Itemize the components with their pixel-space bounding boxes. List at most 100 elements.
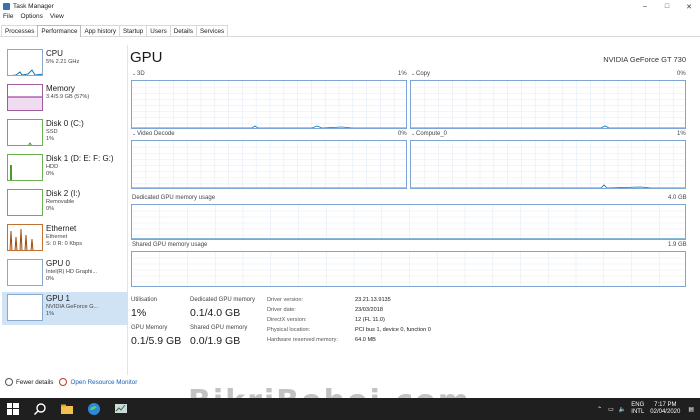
graph-compute xyxy=(410,140,686,189)
dedicated-memory-label: Dedicated GPU memory usage xyxy=(132,195,216,201)
menu-file[interactable]: File xyxy=(3,13,13,23)
utilisation-label: Utilisation xyxy=(131,297,158,303)
sidebar-item-value: 0% xyxy=(46,276,55,282)
network-icon[interactable]: ▭ xyxy=(608,406,614,413)
keyboard-layout: INTL xyxy=(631,409,645,415)
directx-version-label: DirectX version: xyxy=(267,317,307,323)
sidebar-item-value: 0% xyxy=(46,206,55,212)
disk2-thumbnail-graph xyxy=(7,189,43,216)
sidebar-item-value: 1% xyxy=(46,311,55,317)
graph-3d-label: 3D xyxy=(137,71,145,77)
minimize-button[interactable]: – xyxy=(634,0,656,13)
sidebar-item-label: CPU xyxy=(46,49,63,58)
driver-version-label: Driver version: xyxy=(267,297,304,303)
gpu-memory-label: GPU Memory xyxy=(131,325,168,331)
disk0-thumbnail-graph xyxy=(7,119,43,146)
sidebar-item-label: Disk 1 (D: E: F: G:) xyxy=(46,154,114,163)
sidebar-item-detail: Intel(R) HD Graphi... xyxy=(46,269,97,275)
tab-services[interactable]: Services xyxy=(195,25,229,36)
shared-gpu-memory-label: Shared GPU memory xyxy=(190,325,248,331)
physical-location-label: Physical location: xyxy=(267,327,311,333)
maximize-button[interactable]: □ xyxy=(656,0,678,13)
menu-options[interactable]: Options xyxy=(20,13,42,23)
sidebar-item-memory[interactable]: Memory 3.4/5.9 GB (57%) xyxy=(2,82,128,115)
search-icon[interactable] xyxy=(33,402,47,416)
sidebar-item-detail: 3.4/5.9 GB (57%) xyxy=(46,94,90,100)
edge-browser-icon[interactable] xyxy=(87,402,101,416)
task-manager-icon xyxy=(3,3,10,10)
volume-icon[interactable]: 🔈 xyxy=(619,406,626,413)
gpu-model-name: NVIDIA GeForce GT 730 xyxy=(603,55,686,64)
directx-version-value: 12 (FL 11.0) xyxy=(355,317,385,323)
window-title: Task Manager xyxy=(13,3,54,10)
tab-startup[interactable]: Startup xyxy=(118,25,148,36)
sidebar-item-label: Memory xyxy=(46,84,75,93)
tray-chevron-up-icon[interactable]: ⌃ xyxy=(597,406,602,413)
fewer-details-link[interactable]: Fewer details xyxy=(16,379,53,386)
title-bar: Task Manager – □ ✕ xyxy=(0,0,700,13)
close-button[interactable]: ✕ xyxy=(678,0,700,13)
tab-strip: Processes Performance App history Startu… xyxy=(0,25,700,37)
graph-compute-label: Compute_0 xyxy=(416,131,448,137)
dedicated-memory-max: 4.0 GB xyxy=(668,195,687,201)
disk1-thumbnail-graph xyxy=(7,154,43,181)
graph-3d-percent: 1% xyxy=(398,71,407,77)
hardware-reserved-memory-label: Hardware reserved memory: xyxy=(267,337,338,343)
clock-date: 02/04/2020 xyxy=(650,409,681,415)
task-manager-taskbar-icon[interactable] xyxy=(114,402,128,416)
shared-memory-max: 1.9 GB xyxy=(668,242,687,248)
clock[interactable]: 7:17 PM 02/04/2020 xyxy=(650,402,680,416)
gpu0-thumbnail-graph xyxy=(7,259,43,286)
sidebar-item-disk-1[interactable]: Disk 1 (D: E: F: G:) HDD 0% xyxy=(2,152,128,185)
sidebar-item-gpu-1[interactable]: GPU 1 NVIDIA GeForce G... 1% xyxy=(2,292,128,325)
sidebar-item-value: 1% xyxy=(46,136,55,142)
graph-video-decode-selector[interactable]: ⌄Video Decode xyxy=(132,131,175,137)
tab-performance[interactable]: Performance xyxy=(37,25,82,37)
sidebar-item-label: GPU 1 xyxy=(46,294,71,303)
tab-app-history[interactable]: App history xyxy=(80,25,120,36)
shared-gpu-memory-value: 0.0/1.9 GB xyxy=(190,335,241,347)
graph-dedicated-memory xyxy=(131,204,686,240)
taskbar: ⌃ ▭ 🔈 ENG INTL 7:17 PM 02/04/2020 ▤ xyxy=(0,398,700,420)
driver-date-label: Driver date: xyxy=(267,307,296,313)
tab-processes[interactable]: Processes xyxy=(1,25,39,36)
sidebar-item-disk-0[interactable]: Disk 0 (C:) SSD 1% xyxy=(2,117,128,150)
graph-copy-label: Copy xyxy=(416,71,431,77)
sidebar-item-disk-2[interactable]: Disk 2 (I:) Removable 0% xyxy=(2,187,128,220)
language-code: ENG xyxy=(631,402,645,408)
sidebar-item-detail: 5% 2.21 GHz xyxy=(46,59,80,65)
sidebar-item-value: S: 0 R: 0 Kbps xyxy=(46,241,83,247)
sidebar-item-label: GPU 0 xyxy=(46,259,71,268)
utilisation-value: 1% xyxy=(131,307,147,319)
tab-users[interactable]: Users xyxy=(146,25,171,36)
graph-3d xyxy=(131,80,407,129)
resource-sidebar: CPU 5% 2.21 GHz Memory 3.4/5.9 GB (57%) Di… xyxy=(0,45,128,375)
sidebar-item-detail: Ethernet xyxy=(46,234,68,240)
graph-video-decode xyxy=(131,140,407,189)
sidebar-item-gpu-0[interactable]: GPU 0 Intel(R) HD Graphi... 0% xyxy=(2,257,128,290)
graph-3d-selector[interactable]: ⌄3D xyxy=(132,71,145,77)
sidebar-item-ethernet[interactable]: Ethernet Ethernet S: 0 R: 0 Kbps xyxy=(2,222,128,255)
physical-location-value: PCI bus 1, device 0, function 0 xyxy=(355,327,431,333)
sidebar-item-cpu[interactable]: CPU 5% 2.21 GHz xyxy=(2,47,128,80)
fewer-details-icon xyxy=(5,378,13,386)
dedicated-gpu-memory-label: Dedicated GPU memory xyxy=(190,297,256,303)
notification-icon[interactable]: ▤ xyxy=(688,406,694,413)
open-resource-monitor-link[interactable]: Open Resource Monitor xyxy=(70,379,137,386)
memory-thumbnail-graph xyxy=(7,84,43,111)
sidebar-item-label: Disk 2 (I:) xyxy=(46,189,81,198)
menu-view[interactable]: View xyxy=(50,13,64,23)
windows-start-icon[interactable] xyxy=(6,402,20,416)
graph-copy-selector[interactable]: ⌄Copy xyxy=(411,71,430,77)
system-tray: ⌃ ▭ 🔈 ENG INTL 7:17 PM 02/04/2020 ▤ xyxy=(597,398,700,420)
sidebar-item-detail: SSD xyxy=(46,129,58,135)
graph-video-decode-percent: 0% xyxy=(398,131,407,137)
input-language[interactable]: ENG INTL xyxy=(631,402,644,416)
file-explorer-icon[interactable] xyxy=(60,402,74,416)
cpu-thumbnail-graph xyxy=(7,49,43,76)
task-manager-window: Task Manager – □ ✕ File Options View Pro… xyxy=(0,0,700,420)
graph-compute-selector[interactable]: ⌄Compute_0 xyxy=(411,131,447,137)
tab-details[interactable]: Details xyxy=(169,25,197,36)
sidebar-item-label: Disk 0 (C:) xyxy=(46,119,84,128)
hardware-reserved-memory-value: 64.0 MB xyxy=(355,337,376,343)
